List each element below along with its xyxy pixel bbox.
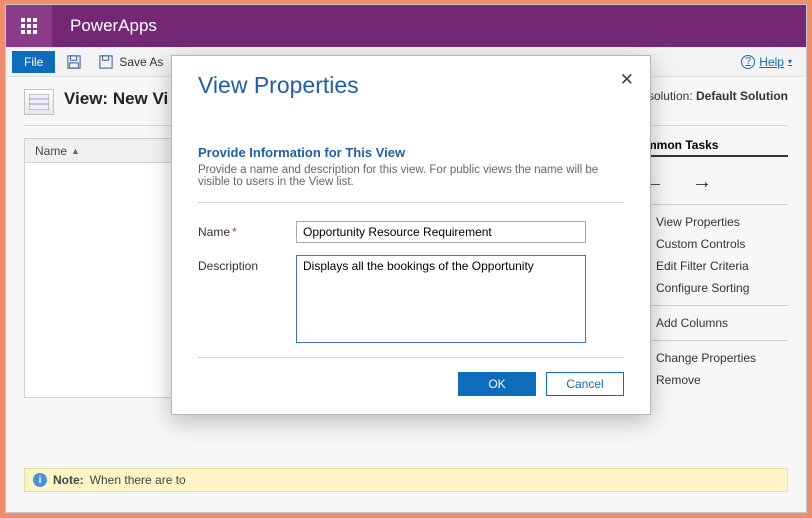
file-button[interactable]: File [12,51,55,73]
description-textarea[interactable] [296,255,586,343]
app-title: PowerApps [70,16,157,36]
nav-forward-icon[interactable]: → [692,171,712,194]
help-icon: ? [741,55,755,69]
save-as-label: Save As [119,55,163,69]
sort-asc-icon: ▲ [71,146,80,156]
help-link[interactable]: ? Help ▾ [741,55,800,69]
waffle-icon[interactable] [6,5,52,47]
task-edit-filter[interactable]: Edit Filter Criteria [630,255,788,277]
task-remove[interactable]: Remove [630,369,788,391]
help-label: Help [759,55,784,69]
note-text: When there are to [90,473,186,487]
save-as-icon [97,53,115,71]
app-top-bar: PowerApps [6,5,806,47]
task-custom-controls[interactable]: Custom Controls [630,233,788,255]
grid-column-label: Name [35,144,67,158]
note-bar: i Note: When there are to [24,468,788,492]
task-view-properties[interactable]: View Properties [630,211,788,233]
name-input[interactable] [296,221,586,243]
ok-button[interactable]: OK [458,372,536,396]
save-icon [65,53,83,71]
dialog-title: View Properties [198,72,624,99]
close-icon[interactable]: ✕ [620,70,634,90]
note-label: Note: [53,473,84,487]
task-configure-sorting[interactable]: Configure Sorting [630,277,788,299]
save-button[interactable] [61,51,87,73]
common-tasks-panel: Common Tasks ← → View Properties Custom … [630,138,788,398]
solution-label: n solution: Default Solution [638,89,788,103]
tasks-title: Common Tasks [630,138,788,157]
dialog-section-title: Provide Information for This View [198,145,624,160]
view-properties-dialog: View Properties ✕ Provide Information fo… [171,55,651,415]
task-change-properties[interactable]: Change Properties [630,347,788,369]
view-icon [24,89,54,115]
save-as-button[interactable]: Save As [93,51,167,73]
info-icon: i [33,473,47,487]
chevron-down-icon: ▾ [788,57,792,66]
cancel-button[interactable]: Cancel [546,372,624,396]
name-label: Name* [198,221,296,239]
view-title: View: New Vi [64,89,168,109]
description-label: Description [198,255,296,273]
dialog-section-desc: Provide a name and description for this … [198,164,624,188]
task-add-columns[interactable]: Add Columns [630,312,788,334]
